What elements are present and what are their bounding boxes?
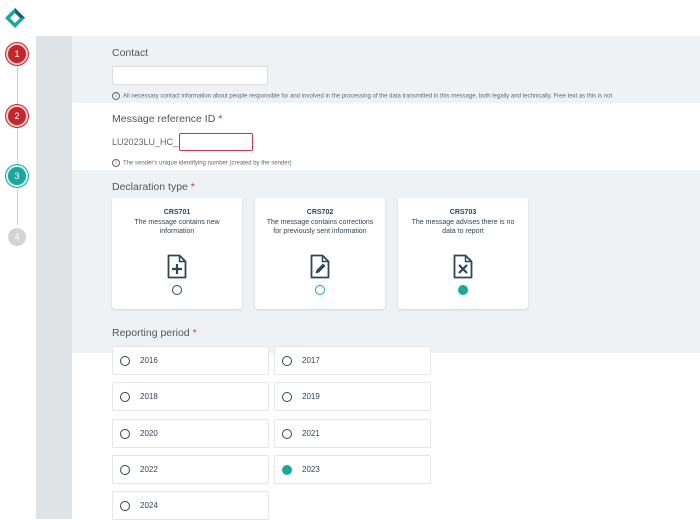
info-icon: i	[112, 159, 120, 167]
step-2[interactable]: 2	[6, 105, 28, 127]
contact-label: Contact	[112, 47, 149, 59]
declaration-label-text: Declaration type	[112, 181, 188, 193]
year-label: 2016	[140, 356, 158, 365]
year-radio[interactable]	[120, 356, 130, 366]
year-option-2024[interactable]: 2024	[112, 491, 269, 520]
message-ref-hint-text: The sender's unique identifying number (…	[123, 160, 292, 167]
year-radio[interactable]	[120, 501, 130, 511]
year-option-2017[interactable]: 2017	[274, 346, 431, 375]
declaration-code: CRS702	[306, 209, 334, 216]
year-radio-selected[interactable]	[282, 465, 292, 475]
declaration-radio[interactable]	[172, 285, 182, 295]
year-label: 2024	[140, 501, 158, 510]
message-ref-input[interactable]	[179, 133, 253, 151]
year-label: 2018	[140, 392, 158, 401]
side-gutter	[36, 36, 72, 519]
declaration-description: The message advises there is no data to …	[411, 219, 515, 235]
wizard-stepper: 1 2 3 4	[0, 36, 36, 519]
step-number: 4	[14, 232, 20, 242]
year-option-2016[interactable]: 2016	[112, 346, 269, 375]
reporting-period-label: Reporting period *	[112, 327, 197, 339]
declaration-radio[interactable]	[315, 285, 325, 295]
message-ref-label-text: Message reference ID	[112, 113, 216, 125]
year-radio[interactable]	[282, 392, 292, 402]
declaration-code: CRS703	[449, 209, 477, 216]
reporting-period-label-text: Reporting period	[112, 327, 190, 339]
file-plus-icon	[167, 254, 187, 279]
contact-input[interactable]	[112, 66, 268, 85]
declaration-description: The message contains corrections for pre…	[266, 219, 374, 235]
step-number: 2	[14, 111, 20, 121]
step-1[interactable]: 1	[6, 43, 28, 65]
year-option-2020[interactable]: 2020	[112, 419, 269, 448]
year-label: 2017	[302, 356, 320, 365]
required-mark: *	[192, 327, 197, 339]
file-edit-icon	[310, 254, 330, 279]
year-label: 2020	[140, 429, 158, 438]
file-x-icon	[453, 254, 473, 279]
message-ref-prefix: LU2023LU_HC__	[112, 137, 184, 147]
required-mark: *	[218, 113, 223, 125]
year-radio[interactable]	[282, 356, 292, 366]
year-radio[interactable]	[120, 465, 130, 475]
top-bar	[0, 0, 700, 37]
year-radio[interactable]	[120, 392, 130, 402]
info-icon: i	[112, 92, 120, 100]
year-option-2022[interactable]: 2022	[112, 455, 269, 484]
contact-hint-text: All necessary contact information about …	[123, 93, 613, 100]
contact-hint: i All necessary contact information about…	[112, 92, 612, 100]
app-logo-icon[interactable]	[3, 6, 27, 30]
required-mark: *	[190, 181, 195, 193]
year-label: 2021	[302, 429, 320, 438]
step-number: 3	[14, 171, 20, 181]
year-option-2023[interactable]: 2023	[274, 455, 431, 484]
declaration-card-crs703[interactable]: CRS703 The message advises there is no d…	[398, 198, 528, 309]
step-number: 1	[14, 49, 20, 59]
year-option-2018[interactable]: 2018	[112, 382, 269, 411]
declaration-card-crs702[interactable]: CRS702 The message contains corrections …	[255, 198, 385, 309]
declaration-code: CRS701	[163, 209, 191, 216]
declaration-description: The message contains new information	[134, 219, 220, 235]
message-ref-label: Message reference ID *	[112, 113, 222, 125]
declaration-card-crs701[interactable]: CRS701 The message contains new informat…	[112, 198, 242, 309]
declaration-radio-selected[interactable]	[458, 285, 468, 295]
year-radio[interactable]	[120, 429, 130, 439]
year-option-2021[interactable]: 2021	[274, 419, 431, 448]
message-ref-hint: i The sender's unique identifying number …	[112, 159, 292, 167]
year-label: 2023	[302, 465, 320, 474]
year-option-2019[interactable]: 2019	[274, 382, 431, 411]
declaration-label: Declaration type *	[112, 181, 195, 193]
step-4[interactable]: 4	[6, 226, 28, 248]
year-label: 2022	[140, 465, 158, 474]
step-connector	[17, 189, 18, 225]
year-radio[interactable]	[282, 429, 292, 439]
year-label: 2019	[302, 392, 320, 401]
step-3-current[interactable]: 3	[6, 165, 28, 187]
